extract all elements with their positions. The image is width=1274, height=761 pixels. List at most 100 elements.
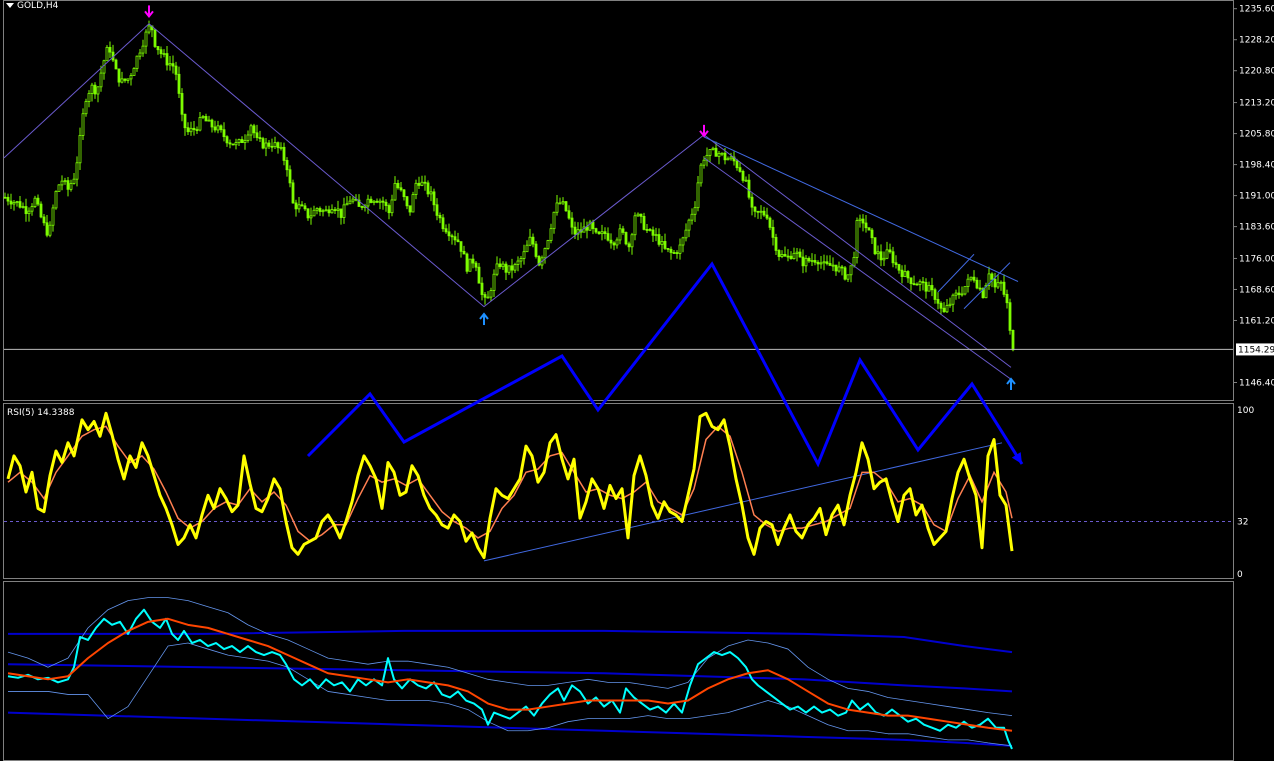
candle-body bbox=[630, 234, 634, 248]
candle-body bbox=[435, 204, 439, 216]
candle-body bbox=[1005, 293, 1009, 304]
candle-body bbox=[849, 265, 853, 276]
candle-body bbox=[567, 210, 571, 219]
candle-body bbox=[528, 236, 532, 246]
candle-body bbox=[108, 46, 112, 53]
candle-body bbox=[264, 142, 268, 149]
candle-body bbox=[549, 228, 553, 241]
price-tick-label: 1176.00 bbox=[1239, 254, 1274, 264]
candle-body bbox=[312, 209, 316, 217]
candle-body bbox=[852, 256, 856, 267]
candle-body bbox=[675, 252, 679, 254]
candle-body bbox=[321, 210, 325, 213]
candle-body bbox=[648, 229, 652, 231]
candle-body bbox=[726, 158, 730, 161]
candle-body bbox=[459, 241, 463, 252]
candle-body bbox=[837, 266, 841, 272]
rsi-chart bbox=[4, 411, 1233, 562]
candle-body bbox=[252, 125, 256, 134]
candle-body bbox=[810, 260, 814, 262]
candle-body bbox=[36, 197, 40, 205]
candle-body bbox=[468, 258, 472, 272]
candle-body bbox=[135, 55, 139, 69]
candle-body bbox=[237, 139, 241, 143]
candle-body bbox=[315, 208, 319, 211]
candle-body bbox=[585, 226, 589, 231]
candle-body bbox=[192, 127, 196, 130]
candle-body bbox=[168, 63, 172, 66]
candle-body bbox=[30, 206, 34, 212]
candle-body bbox=[720, 152, 724, 155]
symbol-header[interactable]: GOLD,H4 bbox=[6, 1, 59, 11]
candle-body bbox=[132, 68, 136, 76]
bands-outer-upper-line bbox=[8, 629, 1013, 654]
candle-body bbox=[873, 237, 877, 255]
candle-body bbox=[747, 179, 751, 198]
candle-body bbox=[498, 263, 502, 268]
candle-body bbox=[993, 278, 997, 288]
candle-body bbox=[822, 261, 826, 264]
candle-body bbox=[42, 216, 46, 224]
candle-body bbox=[129, 75, 133, 80]
candle-body bbox=[651, 229, 655, 236]
candle-body bbox=[615, 239, 619, 246]
candle-body bbox=[519, 258, 523, 262]
candle-body bbox=[897, 264, 901, 271]
price-channel-upper bbox=[703, 136, 1019, 282]
candle-body bbox=[123, 78, 127, 81]
candle-body bbox=[681, 237, 685, 246]
rsi-title: RSI(5) 14.3388 bbox=[7, 408, 75, 418]
candle-body bbox=[909, 277, 913, 284]
candle-body bbox=[303, 205, 307, 210]
rsi-tick-label: 0 bbox=[1237, 570, 1243, 580]
candle-body bbox=[555, 202, 559, 213]
bands-upper-thin-line bbox=[7, 597, 1013, 717]
candle-body bbox=[18, 201, 22, 208]
candle-body bbox=[282, 146, 286, 161]
candle-body bbox=[543, 248, 547, 259]
candle-body bbox=[483, 294, 487, 298]
candle-body bbox=[972, 276, 976, 281]
candle-body bbox=[948, 303, 952, 306]
candle-body bbox=[798, 251, 802, 258]
candle-body bbox=[441, 217, 445, 230]
candle-body bbox=[270, 145, 274, 148]
candle-body bbox=[804, 257, 808, 267]
candle-body bbox=[696, 182, 700, 209]
candle-body bbox=[663, 240, 667, 249]
candle-body bbox=[369, 198, 373, 203]
candle-body bbox=[723, 152, 727, 161]
candle-body bbox=[516, 260, 520, 265]
candle-body bbox=[465, 253, 469, 272]
candle-body bbox=[39, 203, 43, 218]
candle-body bbox=[699, 164, 703, 184]
candle-body bbox=[138, 52, 142, 57]
candle-body bbox=[957, 292, 961, 296]
candle-body bbox=[429, 191, 433, 195]
candle-body bbox=[327, 209, 331, 214]
candle-body bbox=[78, 135, 82, 164]
candle-body bbox=[93, 84, 97, 95]
candle-body bbox=[234, 142, 238, 146]
candle-body bbox=[759, 210, 763, 213]
candle-body bbox=[738, 167, 742, 172]
candle-body bbox=[807, 257, 811, 262]
rsi-line bbox=[6, 411, 1014, 560]
price-channel-lower bbox=[703, 157, 1013, 381]
candle-body bbox=[471, 258, 475, 264]
candle-body bbox=[735, 160, 739, 169]
candle-body bbox=[906, 271, 910, 279]
price-tick-label: 1235.60 bbox=[1239, 5, 1274, 15]
candle-body bbox=[309, 215, 313, 219]
candle-body bbox=[339, 208, 343, 218]
candle-body bbox=[858, 218, 862, 221]
candle-body bbox=[456, 239, 460, 243]
candle-body bbox=[687, 219, 691, 231]
candle-body bbox=[366, 198, 370, 207]
candle-body bbox=[27, 210, 31, 215]
candle-body bbox=[870, 229, 874, 239]
price-tick-label: 1213.20 bbox=[1239, 99, 1274, 109]
candle-body bbox=[1011, 329, 1015, 351]
candle-body bbox=[66, 180, 70, 190]
candle-body bbox=[180, 93, 184, 115]
